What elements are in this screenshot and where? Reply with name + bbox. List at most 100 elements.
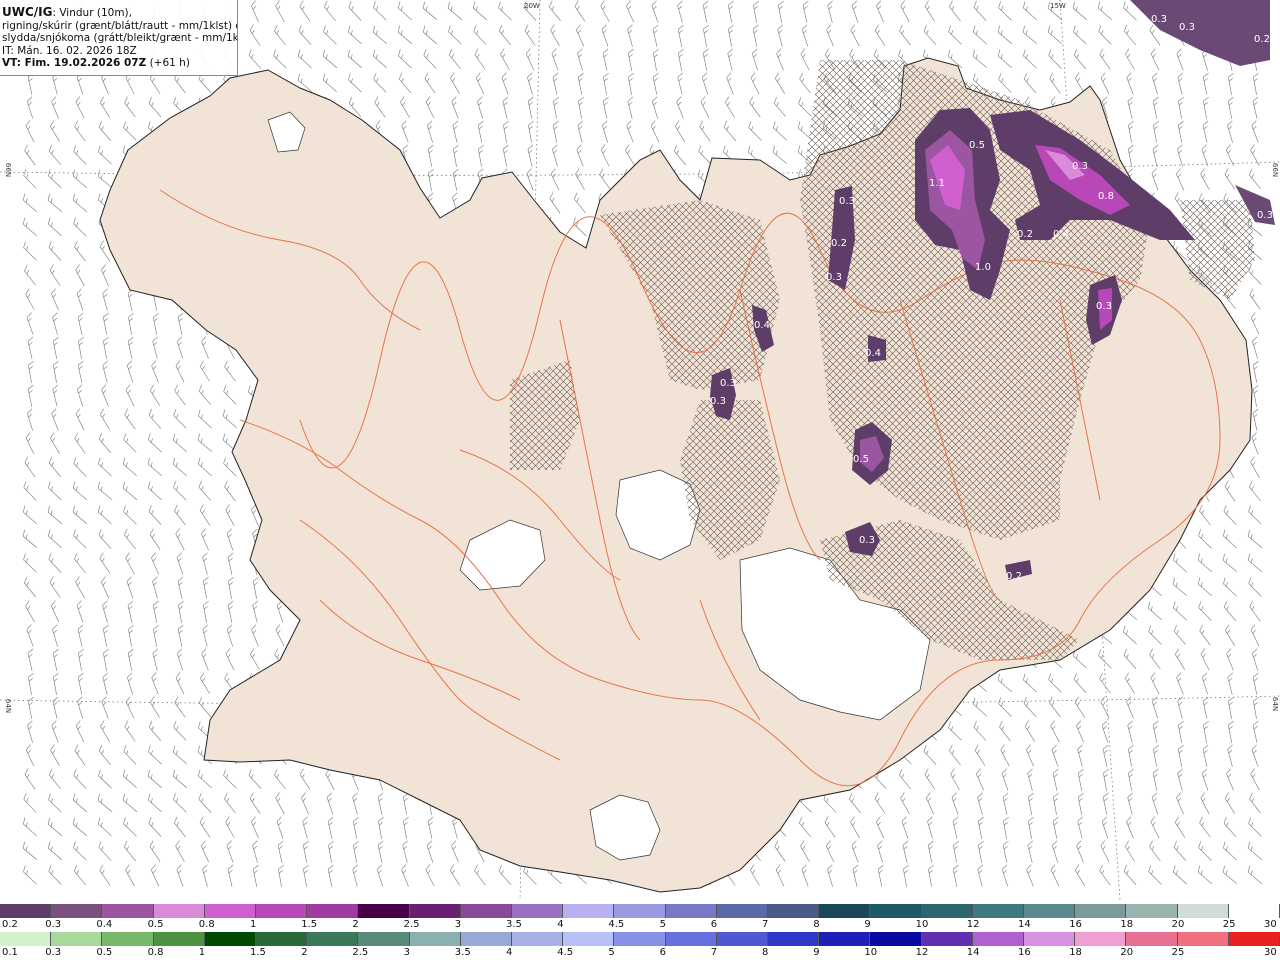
- color-swatch: [614, 932, 666, 946]
- scale-label: 12: [915, 947, 929, 958]
- color-swatch: [256, 932, 308, 946]
- scale-label: 2: [301, 947, 308, 958]
- precip-value-label: 0.3: [839, 196, 855, 207]
- precip-value-label: 1.1: [929, 178, 945, 189]
- scale-label: 2: [352, 919, 359, 930]
- scale-label: 30: [1264, 919, 1277, 930]
- color-swatch: [1075, 932, 1127, 946]
- color-swatch: [614, 904, 666, 918]
- precip-value-label: 1.0: [975, 262, 991, 273]
- color-swatch: [307, 904, 359, 918]
- color-swatch: [1228, 904, 1280, 918]
- color-swatch: [153, 904, 205, 918]
- color-swatch: [358, 932, 410, 946]
- precip-value-label: 0.3: [1151, 14, 1167, 25]
- scale-label: 8: [813, 919, 820, 930]
- precip-value-label: 0.2: [1254, 34, 1270, 45]
- color-swatch: [1177, 932, 1229, 946]
- scale-label: 0.4: [96, 919, 113, 930]
- color-swatch: [665, 904, 717, 918]
- color-swatch: [870, 904, 922, 918]
- scale-label: 16: [1018, 947, 1031, 958]
- color-swatch: [512, 904, 564, 918]
- scale-label: 12: [966, 919, 980, 930]
- lon-label-20w: 20W: [524, 2, 540, 10]
- scale-label: 20: [1120, 947, 1134, 958]
- color-swatch: [512, 932, 564, 946]
- lat-label-64n-right: 64N: [1271, 696, 1280, 712]
- weather-map: 0.3 0.3 0.2 0.5 0.3 1.1 0.8 0.3 0.3 0.2 0.4 0.2 1.0 0…: [0, 0, 1280, 900]
- color-swatch: [716, 904, 769, 918]
- color-swatch: [153, 932, 205, 946]
- scale-label: 0.8: [198, 919, 215, 930]
- info-line-2: rigning/skúrir (grænt/blátt/rautt - mm/1…: [2, 19, 237, 32]
- scale-label: 0.1: [2, 947, 18, 958]
- scale-label: 10: [864, 947, 878, 958]
- precip-value-label: 0.3: [710, 396, 726, 407]
- precip-value-label: 0.4: [865, 348, 881, 359]
- forecast-offset: (+61 h): [146, 57, 190, 69]
- scale-label: 3.5: [454, 947, 471, 958]
- scale-label: 1.5: [250, 947, 266, 958]
- scale-label: 7: [710, 947, 718, 958]
- scale-label: 0.2: [2, 919, 18, 930]
- precip-value-label: 0.3: [1257, 210, 1273, 221]
- scale-label: 3: [403, 947, 410, 958]
- lat-label-66n-right: 66N: [1271, 162, 1280, 178]
- color-swatch: [102, 904, 154, 918]
- scale-label: 14: [966, 947, 980, 958]
- scale-label: 3: [454, 919, 462, 930]
- color-swatch: [768, 932, 820, 946]
- color-swatch: [204, 932, 257, 946]
- info-line-3: slydda/snjókoma (grátt/bleikt/grænt - mm…: [2, 32, 237, 44]
- snow-scale-labels: 0.2 0.3 0.4 0.5 0.8 1 1.5 2 2.5 3 3.5 4 4.5 5 6 7 8 9 10 12…: [0, 919, 1280, 931]
- scale-label: 0.8: [147, 947, 164, 958]
- scale-label: 6: [659, 947, 666, 958]
- lat-label-66n-left: 66N: [4, 162, 13, 178]
- scale-label: 2.5: [352, 947, 369, 958]
- model-name: UWC/IG: [2, 6, 53, 19]
- precip-value-label: 0.3: [859, 535, 875, 546]
- scale-label: 7: [762, 919, 769, 930]
- scale-label: 25: [1171, 947, 1185, 958]
- color-swatch: [1024, 904, 1076, 918]
- precip-value-label: 0.2: [1017, 229, 1033, 240]
- rain-color-scale: [0, 932, 1280, 946]
- color-swatch: [358, 904, 410, 918]
- map-info-box: UWC/IG: Vindur (10m), rigning/skúrir (gr…: [0, 0, 238, 76]
- color-swatch: [870, 932, 922, 946]
- color-swatch: [460, 932, 513, 946]
- color-swatch: [1177, 904, 1229, 918]
- color-swatch: [1126, 904, 1178, 918]
- color-swatch: [921, 932, 973, 946]
- scale-label: 20: [1171, 919, 1185, 930]
- snow-color-scale: [0, 904, 1280, 918]
- color-swatch: [409, 904, 461, 918]
- color-swatch: [972, 932, 1025, 946]
- precip-value-label: 0.3: [1072, 161, 1088, 172]
- color-swatch: [819, 904, 871, 918]
- color-swatch: [256, 904, 308, 918]
- color-swatch: [51, 904, 103, 918]
- scale-label: 4: [506, 947, 513, 958]
- scale-label: 9: [864, 919, 871, 930]
- color-swatch: [768, 904, 820, 918]
- precip-value-label: 0.2: [831, 238, 847, 249]
- scale-label: 0.3: [45, 947, 62, 958]
- scale-label: 0.3: [45, 919, 62, 930]
- precip-value-label: 0.5: [969, 140, 985, 151]
- scale-label: 2.5: [403, 919, 420, 930]
- scale-label: 25: [1222, 919, 1236, 930]
- precip-value-label: 0.4: [754, 320, 770, 331]
- scale-label: 5: [608, 947, 615, 958]
- color-swatch: [51, 932, 103, 946]
- color-swatch: [716, 932, 769, 946]
- scale-label: 14: [1018, 919, 1031, 930]
- scale-label: 5: [659, 919, 666, 930]
- lat-label-64n-left: 64N: [4, 698, 13, 714]
- scale-label: 3.5: [506, 919, 522, 930]
- lon-label-15w: 15W: [1050, 2, 1066, 10]
- precip-value-label: 0.3: [1096, 301, 1112, 312]
- info-line-1: : Vindur (10m),: [52, 7, 132, 19]
- precip-value-label: 0.5: [853, 454, 869, 465]
